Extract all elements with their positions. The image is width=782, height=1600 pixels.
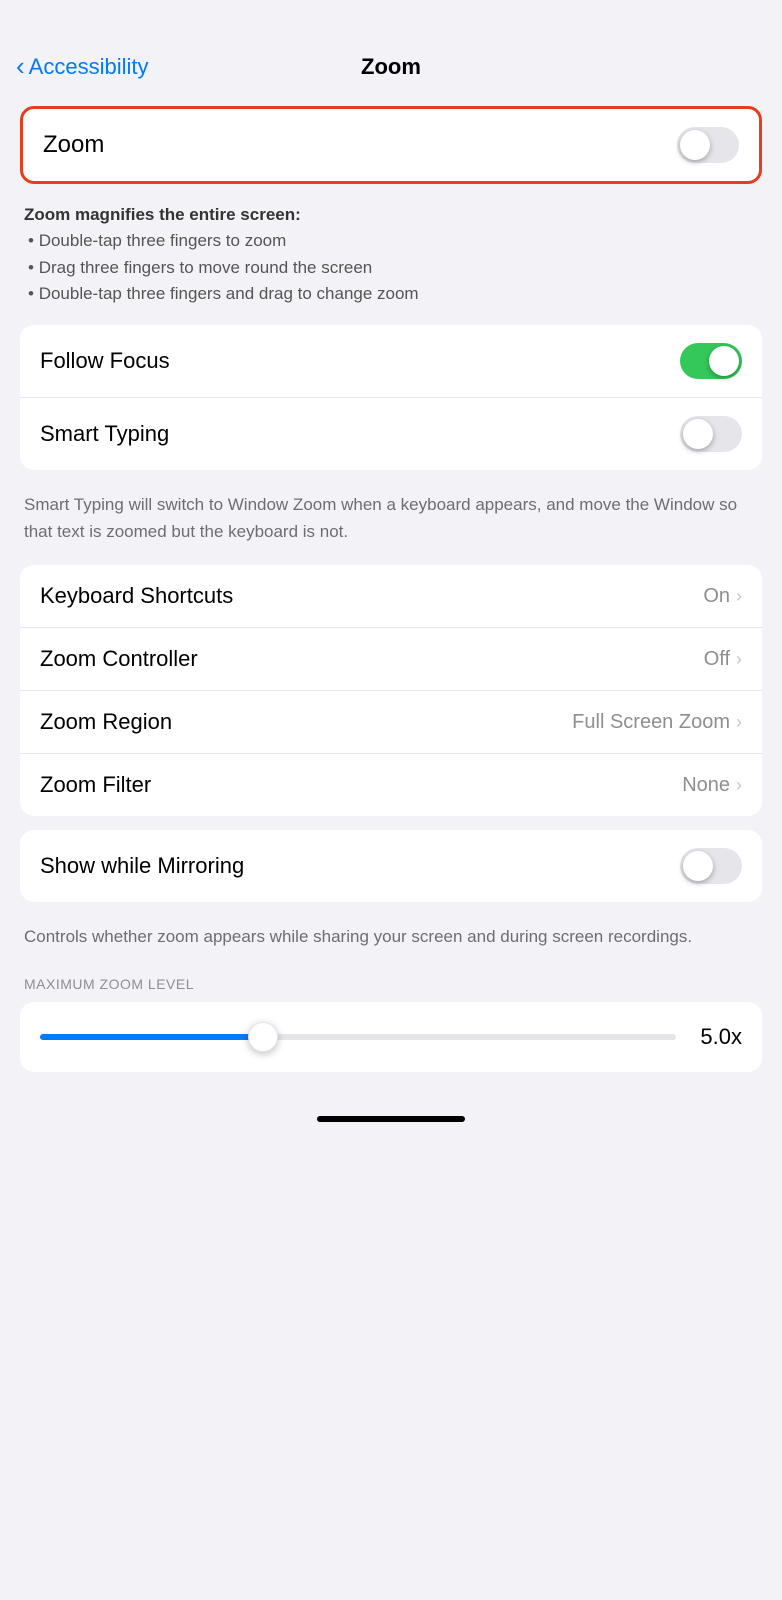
smart-typing-label: Smart Typing bbox=[40, 421, 169, 447]
zoom-controller-chevron: › bbox=[736, 649, 742, 670]
smart-typing-toggle-thumb bbox=[683, 419, 713, 449]
zoom-desc-bold: Zoom magnifies the entire screen: bbox=[24, 205, 301, 224]
zoom-region-right: Full Screen Zoom › bbox=[572, 711, 742, 734]
zoom-slider-thumb[interactable] bbox=[248, 1022, 278, 1052]
zoom-slider-fill bbox=[40, 1034, 263, 1040]
zoom-desc-item-1: Double-tap three fingers to zoom bbox=[28, 228, 762, 254]
zoom-filter-chevron: › bbox=[736, 775, 742, 796]
max-zoom-section-label: MAXIMUM ZOOM LEVEL bbox=[20, 970, 762, 1002]
mirroring-toggle[interactable] bbox=[680, 848, 742, 884]
keyboard-shortcuts-label: Keyboard Shortcuts bbox=[40, 583, 233, 609]
zoom-desc-list: Double-tap three fingers to zoom Drag th… bbox=[24, 228, 762, 307]
header: ‹ Accessibility Zoom bbox=[0, 0, 782, 96]
zoom-toggle-card: Zoom bbox=[20, 106, 762, 184]
zoom-toggle-row: Zoom bbox=[43, 109, 739, 181]
mirroring-toggle-thumb bbox=[683, 851, 713, 881]
zoom-toggle-thumb bbox=[680, 130, 710, 160]
zoom-region-chevron: › bbox=[736, 712, 742, 733]
home-indicator bbox=[0, 1102, 782, 1142]
zoom-description: Zoom magnifies the entire screen: Double… bbox=[20, 198, 762, 325]
follow-focus-toggle[interactable] bbox=[680, 343, 742, 379]
page-title: Zoom bbox=[361, 54, 421, 80]
content-area: Zoom Zoom magnifies the entire screen: D… bbox=[0, 106, 782, 1072]
focus-card: Follow Focus Smart Typing bbox=[20, 325, 762, 470]
options-card: Keyboard Shortcuts On › Zoom Controller … bbox=[20, 565, 762, 816]
zoom-region-row[interactable]: Zoom Region Full Screen Zoom › bbox=[20, 691, 762, 754]
zoom-controller-row[interactable]: Zoom Controller Off › bbox=[20, 628, 762, 691]
zoom-filter-right: None › bbox=[682, 774, 742, 797]
back-button[interactable]: ‹ Accessibility bbox=[16, 54, 148, 80]
keyboard-shortcuts-right: On › bbox=[703, 585, 742, 608]
zoom-region-value: Full Screen Zoom bbox=[572, 711, 730, 734]
keyboard-shortcuts-chevron: › bbox=[736, 586, 742, 607]
smart-typing-description: Smart Typing will switch to Window Zoom … bbox=[20, 484, 762, 565]
zoom-region-label: Zoom Region bbox=[40, 709, 172, 735]
home-bar bbox=[317, 1116, 465, 1122]
back-label: Accessibility bbox=[29, 54, 149, 80]
zoom-desc-item-2: Drag three fingers to move round the scr… bbox=[28, 255, 762, 281]
zoom-controller-label: Zoom Controller bbox=[40, 646, 198, 672]
zoom-filter-row[interactable]: Zoom Filter None › bbox=[20, 754, 762, 816]
smart-typing-toggle[interactable] bbox=[680, 416, 742, 452]
zoom-desc-item-3: Double-tap three fingers and drag to cha… bbox=[28, 281, 762, 307]
zoom-slider-track bbox=[40, 1034, 676, 1040]
keyboard-shortcuts-value: On bbox=[703, 585, 730, 608]
mirroring-description: Controls whether zoom appears while shar… bbox=[20, 916, 762, 970]
mirroring-label: Show while Mirroring bbox=[40, 853, 244, 879]
follow-focus-label: Follow Focus bbox=[40, 348, 170, 374]
zoom-toggle[interactable] bbox=[677, 127, 739, 163]
zoom-slider-value: 5.0x bbox=[692, 1024, 742, 1050]
zoom-toggle-label: Zoom bbox=[43, 131, 104, 159]
zoom-filter-value: None bbox=[682, 774, 730, 797]
mirroring-row: Show while Mirroring bbox=[20, 830, 762, 902]
smart-typing-row: Smart Typing bbox=[20, 398, 762, 470]
keyboard-shortcuts-row[interactable]: Keyboard Shortcuts On › bbox=[20, 565, 762, 628]
zoom-controller-value: Off bbox=[704, 648, 730, 671]
follow-focus-toggle-thumb bbox=[709, 346, 739, 376]
zoom-level-slider-card: 5.0x bbox=[20, 1002, 762, 1072]
zoom-filter-label: Zoom Filter bbox=[40, 772, 151, 798]
mirroring-card: Show while Mirroring bbox=[20, 830, 762, 902]
zoom-controller-right: Off › bbox=[704, 648, 742, 671]
follow-focus-row: Follow Focus bbox=[20, 325, 762, 398]
chevron-left-icon: ‹ bbox=[16, 53, 25, 79]
